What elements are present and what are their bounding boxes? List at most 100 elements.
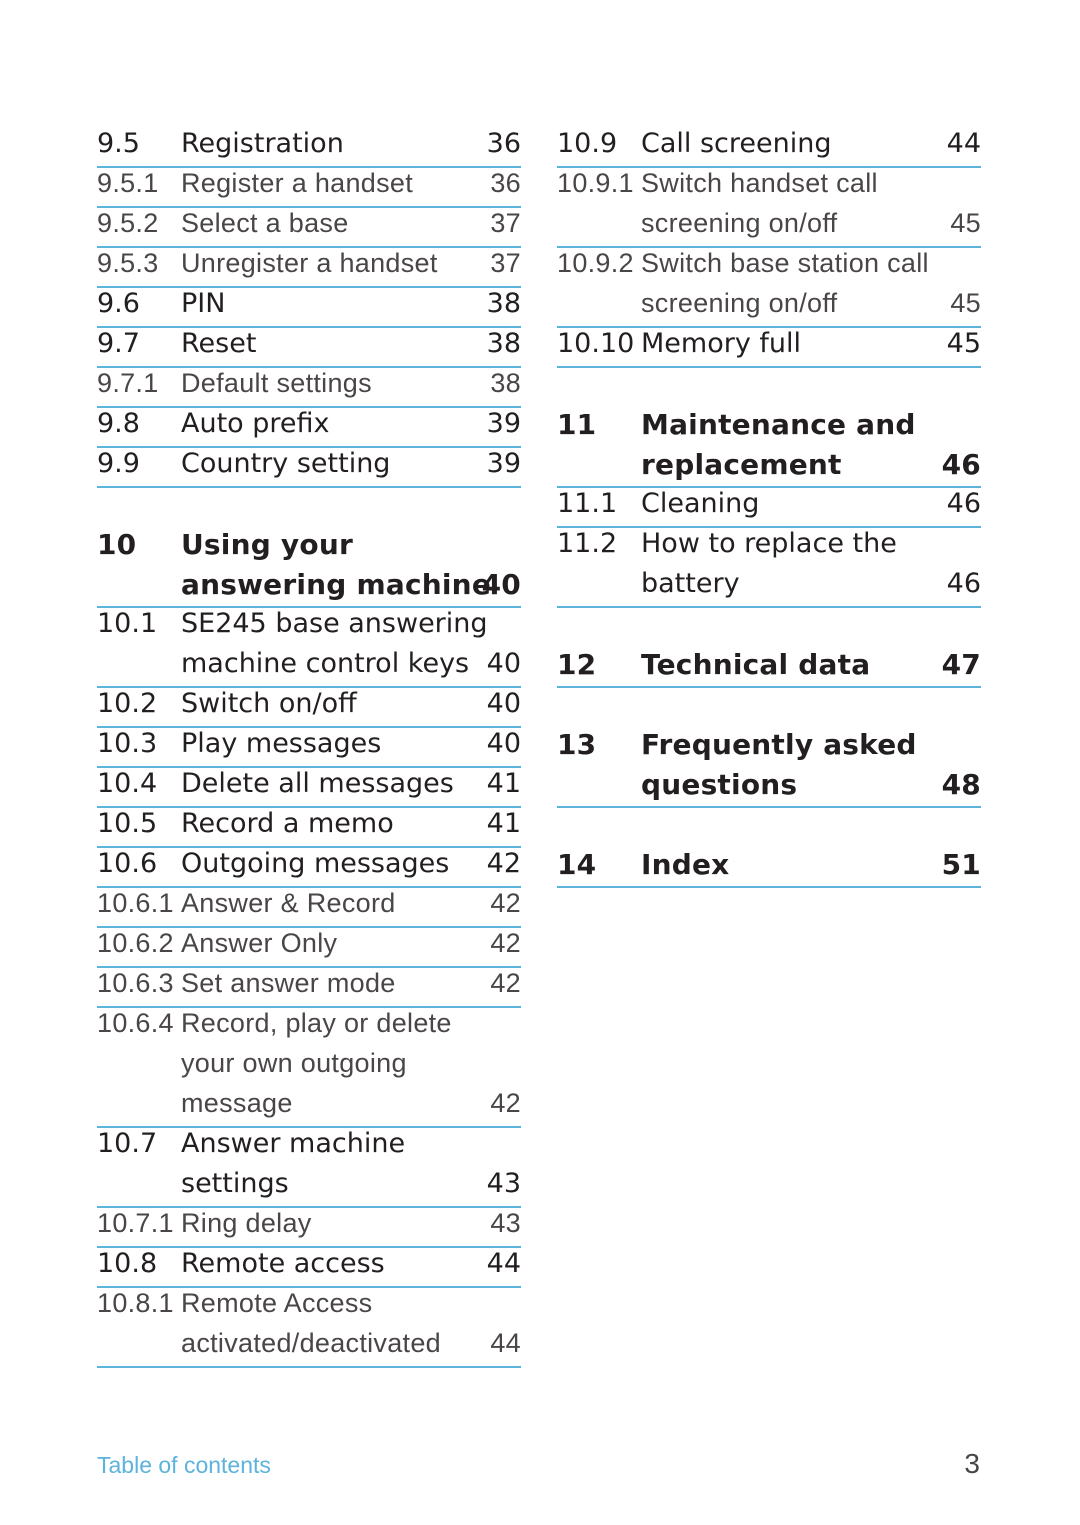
toc-entry[interactable]: 9.5.3 Unregister a handset 37 xyxy=(97,248,521,288)
toc-entry-line: activated/deactivated 44 xyxy=(97,1328,521,1368)
toc-entry[interactable]: 10.6 Outgoing messages 42 xyxy=(97,848,521,888)
toc-entry-line: screening on/off 45 xyxy=(557,208,981,248)
toc-entry-number: 9.5.1 xyxy=(97,168,159,198)
toc-entry[interactable]: 10 Using your answering machine 40 xyxy=(97,528,521,608)
toc-entry[interactable]: 10.9 Call screening 44 xyxy=(557,128,981,168)
toc-entry-title: Switch handset call xyxy=(641,168,878,198)
toc-entry-number: 9.5.3 xyxy=(97,248,159,278)
toc-entry[interactable]: 10.6.1 Answer & Record 42 xyxy=(97,888,521,928)
toc-entry-title: activated/deactivated xyxy=(181,1328,441,1358)
toc-entry-number: 10.9.2 xyxy=(557,248,634,278)
toc-entry-title: Record a memo xyxy=(181,808,394,839)
toc-entry-number: 11.1 xyxy=(557,488,618,519)
toc-entry-number: 10.10 xyxy=(557,328,635,359)
toc-entry[interactable]: 10.7 Answer machine settings 43 xyxy=(97,1128,521,1208)
toc-entry-page: 39 xyxy=(486,408,521,439)
toc-entry-title: Record, play or delete xyxy=(181,1008,452,1038)
toc-entry[interactable]: 10.8 Remote access 44 xyxy=(97,1248,521,1288)
toc-entry[interactable]: 10.10 Memory full 45 xyxy=(557,328,981,368)
toc-entry[interactable]: 9.9 Country setting 39 xyxy=(97,448,521,488)
toc-entry-title: Auto prefix xyxy=(181,408,330,439)
toc-entry-number: 9.6 xyxy=(97,288,140,319)
toc-entry-page: 42 xyxy=(490,888,521,918)
toc-entry[interactable]: 9.5.2 Select a base 37 xyxy=(97,208,521,248)
toc-entry-title: machine control keys xyxy=(181,648,470,679)
toc-entry-page: 40 xyxy=(481,568,521,601)
toc-entry-line: machine control keys 40 xyxy=(97,648,521,688)
toc-entry[interactable]: 10.2 Switch on/off 40 xyxy=(97,688,521,728)
toc-entry-title: Cleaning xyxy=(641,488,760,519)
toc-entry[interactable]: 11.1 Cleaning 46 xyxy=(557,488,981,528)
toc-entry[interactable]: 9.5.1 Register a handset 36 xyxy=(97,168,521,208)
toc-entry[interactable]: 11 Maintenance and replacement 46 xyxy=(557,408,981,488)
toc-entry-number: 10.9 xyxy=(557,128,618,159)
toc-entry[interactable]: 10.4 Delete all messages 41 xyxy=(97,768,521,808)
toc-entry-title: Memory full xyxy=(641,328,802,359)
toc-entry-line: 9.7.1 Default settings 38 xyxy=(97,368,521,408)
toc-entry[interactable]: 10.7.1 Ring delay 43 xyxy=(97,1208,521,1248)
toc-entry-title: SE245 base answering xyxy=(181,608,488,639)
toc-entry[interactable]: 10.8.1 Remote Access activated/deactivated… xyxy=(97,1288,521,1368)
toc-entry-title: Answer Only xyxy=(181,928,338,958)
toc-entry-page: 44 xyxy=(490,1328,521,1358)
toc-entry[interactable]: 14 Index 51 xyxy=(557,848,981,888)
toc-entry-title: screening on/off xyxy=(641,208,838,238)
toc-entry-line: 13 Frequently asked xyxy=(557,728,981,768)
toc-entry[interactable]: 10.1 SE245 base answering machine control … xyxy=(97,608,521,688)
toc-entry-line: 10.1 SE245 base answering xyxy=(97,608,521,648)
toc-entry[interactable]: 9.6 PIN 38 xyxy=(97,288,521,328)
toc-entry-line: questions 48 xyxy=(557,768,981,808)
toc-entry-page: 40 xyxy=(486,688,521,719)
toc-entry[interactable]: 10.6.2 Answer Only 42 xyxy=(97,928,521,968)
toc-entry-page: 43 xyxy=(486,1168,521,1199)
toc-entry-page: 42 xyxy=(490,1088,521,1118)
toc-entry[interactable]: 10.3 Play messages 40 xyxy=(97,728,521,768)
toc-entry[interactable]: 10.9.2 Switch base station call screening … xyxy=(557,248,981,328)
toc-entry[interactable]: 10.5 Record a memo 41 xyxy=(97,808,521,848)
toc-entry-number: 9.8 xyxy=(97,408,140,439)
toc-entry-page: 45 xyxy=(950,288,981,318)
toc-entry-page: 42 xyxy=(486,848,521,879)
toc-entry-number: 10.8.1 xyxy=(97,1288,174,1318)
toc-entry[interactable]: 11.2 How to replace the battery 46 xyxy=(557,528,981,608)
toc-entry-title: Country setting xyxy=(181,448,391,479)
toc-entry-title: Ring delay xyxy=(181,1208,312,1238)
toc-entry-number: 10.1 xyxy=(97,608,158,639)
toc-entry-number: 10.6.4 xyxy=(97,1008,174,1038)
toc-entry-line: 10.8.1 Remote Access xyxy=(97,1288,521,1328)
toc-entry-title: message xyxy=(181,1088,293,1118)
toc-entry-line: 12 Technical data 47 xyxy=(557,648,981,688)
toc-entry-number: 10.6.1 xyxy=(97,888,174,918)
toc-entry-number: 10.5 xyxy=(97,808,158,839)
toc-entry-line: 10.6 Outgoing messages 42 xyxy=(97,848,521,888)
toc-entry-line: 10.9.2 Switch base station call xyxy=(557,248,981,288)
toc-entry[interactable]: 9.7 Reset 38 xyxy=(97,328,521,368)
footer-section-label: Table of contents xyxy=(97,1452,271,1478)
toc-entry-title: Select a base xyxy=(181,208,349,238)
toc-entry[interactable]: 10.9.1 Switch handset call screening on/of… xyxy=(557,168,981,248)
toc-entry-title: Switch on/off xyxy=(181,688,357,719)
toc-entry-number: 10.3 xyxy=(97,728,158,759)
toc-entry[interactable]: 9.5 Registration 36 xyxy=(97,128,521,168)
toc-entry-number: 10.6.2 xyxy=(97,928,174,958)
toc-entry-title: Default settings xyxy=(181,368,372,398)
toc-entry[interactable]: 9.7.1 Default settings 38 xyxy=(97,368,521,408)
toc-entry-number: 10.2 xyxy=(97,688,158,719)
toc-entry[interactable]: 12 Technical data 47 xyxy=(557,648,981,688)
toc-entry-line: 10.10 Memory full 45 xyxy=(557,328,981,368)
toc-entry[interactable]: 13 Frequently asked questions 48 xyxy=(557,728,981,808)
toc-entry-line: 10.6.1 Answer & Record 42 xyxy=(97,888,521,928)
toc-entry-title: PIN xyxy=(181,288,226,319)
toc-entry[interactable]: 10.6.4 Record, play or delete your own out… xyxy=(97,1008,521,1128)
toc-entry[interactable]: 10.6.3 Set answer mode 42 xyxy=(97,968,521,1008)
toc-entry-number: 9.5.2 xyxy=(97,208,159,238)
toc-entry[interactable]: 9.8 Auto prefix 39 xyxy=(97,408,521,448)
toc-entry-title: Switch base station call xyxy=(641,248,929,278)
toc-entry-title: Index xyxy=(641,848,730,881)
toc-entry-title: Delete all messages xyxy=(181,768,454,799)
toc-entry-page: 36 xyxy=(486,128,521,159)
toc-entry-line: 10.8 Remote access 44 xyxy=(97,1248,521,1288)
toc-entry-line: 10.6.2 Answer Only 42 xyxy=(97,928,521,968)
toc-entry-title: Registration xyxy=(181,128,344,159)
toc-entry-number: 10.6.3 xyxy=(97,968,174,998)
